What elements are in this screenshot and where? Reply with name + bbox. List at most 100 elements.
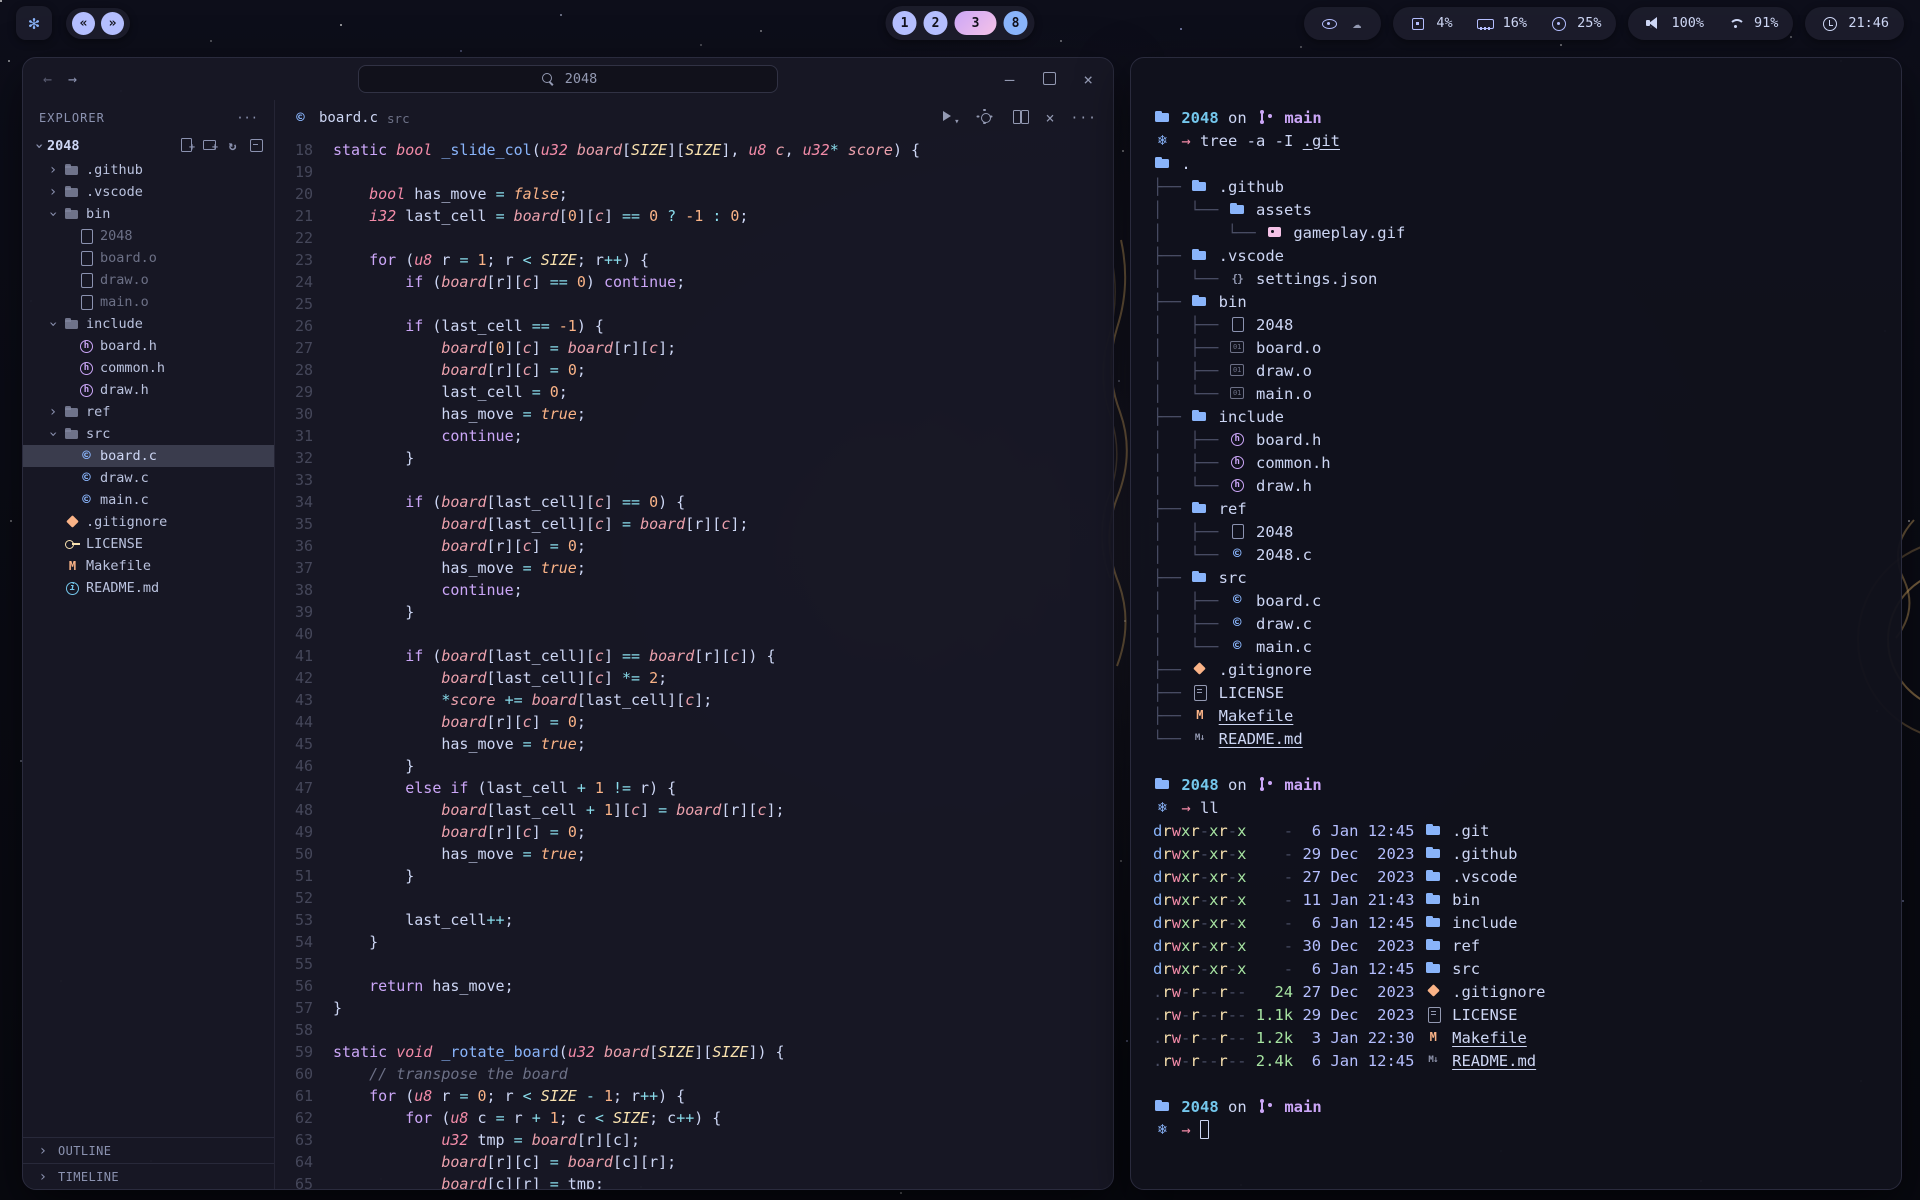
- tree-item-label: .gitignore: [84, 514, 167, 530]
- close-tab-button[interactable]: ×: [1045, 109, 1054, 127]
- line-number: 46: [275, 755, 313, 777]
- project-root-row[interactable]: › 2048 ↻: [23, 133, 274, 159]
- collapse-all-icon: [247, 136, 264, 152]
- line-number: 23: [275, 249, 313, 271]
- launcher-button[interactable]: ✻: [16, 6, 52, 40]
- tree-item-.vscode[interactable]: ›.vscode: [23, 181, 274, 203]
- tree-item-draw.h[interactable]: ›hdraw.h: [23, 379, 274, 401]
- editor-titlebar[interactable]: ← → 2048 – ×: [23, 58, 1113, 100]
- git-icon: [1190, 660, 1209, 678]
- folder-icon: [1190, 246, 1209, 264]
- tree-item-label: draw.h: [98, 382, 149, 398]
- h-icon: h: [1228, 453, 1247, 471]
- workspace-1[interactable]: 1: [893, 11, 917, 35]
- terminal-line: 2048 on main: [1153, 773, 1877, 796]
- terminal-line: ❄ →: [1153, 1118, 1877, 1141]
- tree-item-main.o[interactable]: ›main.o: [23, 291, 274, 313]
- md-icon: M↓: [1190, 729, 1209, 747]
- run-file-button[interactable]: [940, 107, 959, 129]
- c-icon: ©: [1228, 614, 1247, 632]
- folder-icon: [1424, 867, 1443, 885]
- tree-item-draw.c[interactable]: ›©draw.c: [23, 467, 274, 489]
- tree-item-bin[interactable]: ›bin: [23, 203, 274, 225]
- line-number: 45: [275, 733, 313, 755]
- code-line: }: [333, 931, 1113, 953]
- tree-item-include[interactable]: ›include: [23, 313, 274, 335]
- tree-item-board.o[interactable]: ›board.o: [23, 247, 274, 269]
- maximize-button[interactable]: [1040, 69, 1057, 90]
- h-icon: h: [1228, 430, 1247, 448]
- outline-panel-header[interactable]: › OUTLINE: [23, 1137, 274, 1163]
- new-folder-button[interactable]: [201, 136, 218, 156]
- more-actions-button[interactable]: ···: [1071, 111, 1097, 126]
- file-tree: ›.github›.vscode›bin›2048›board.o›draw.o…: [23, 159, 274, 599]
- audio-network-widget[interactable]: 100% 91%: [1628, 7, 1793, 40]
- back-button[interactable]: ←: [43, 70, 52, 88]
- system-stats-widget[interactable]: 4% 16% 25%: [1393, 7, 1616, 40]
- tree-item-label: .vscode: [84, 184, 143, 200]
- tree-item-README.md[interactable]: ›iREADME.md: [23, 577, 274, 599]
- close-button[interactable]: ×: [1083, 70, 1093, 89]
- refresh-button[interactable]: ↻: [224, 136, 241, 156]
- visibility-icon: [1319, 14, 1338, 32]
- clock-widget[interactable]: 21:46: [1805, 7, 1904, 40]
- search-icon: [539, 70, 558, 88]
- code-line: static void _rotate_board(u32 board[SIZE…: [333, 1041, 1113, 1063]
- command-center-search[interactable]: 2048: [358, 65, 778, 93]
- terminal-line: │ └── h draw.h: [1153, 474, 1877, 497]
- code-line: board[r][c] = 0;: [333, 359, 1113, 381]
- folder-icon: [1190, 499, 1209, 517]
- code-line: board[r][c] = 0;: [333, 535, 1113, 557]
- code-editor[interactable]: 1819202122232425262728293031323334353637…: [275, 136, 1113, 1189]
- split-editor-icon: [1010, 107, 1029, 125]
- tree-item-Makefile[interactable]: ›MMakefile: [23, 555, 274, 577]
- line-number: 43: [275, 689, 313, 711]
- editor-settings-button[interactable]: [975, 107, 994, 129]
- tree-item-src[interactable]: ›src: [23, 423, 274, 445]
- weather-widget[interactable]: ☁: [1304, 7, 1381, 40]
- tree-item-.gitignore[interactable]: ›.gitignore: [23, 511, 274, 533]
- explorer-menu-button[interactable]: ···: [236, 111, 258, 125]
- line-number: 20: [275, 183, 313, 205]
- chevron-down-icon: ›: [32, 138, 46, 154]
- line-number: 57: [275, 997, 313, 1019]
- c-icon: ©: [1228, 545, 1247, 563]
- tree-item-ref[interactable]: ›ref: [23, 401, 274, 423]
- minimize-button[interactable]: –: [1005, 70, 1015, 89]
- code-line: board[0][c] = board[r][c];: [333, 337, 1113, 359]
- timeline-panel-header[interactable]: › TIMELINE: [23, 1163, 274, 1189]
- tree-item-draw.o[interactable]: ›draw.o: [23, 269, 274, 291]
- workspace-3-active[interactable]: 3: [955, 11, 997, 35]
- terminal-window[interactable]: 2048 on main❄ → tree -a -I .git .├── .gi…: [1130, 57, 1902, 1190]
- new-file-button[interactable]: [178, 136, 195, 156]
- tab-filename[interactable]: board.c: [319, 110, 378, 126]
- terminal-line: drwxr-xr-x - 11 Jan 21:43 bin: [1153, 888, 1877, 911]
- tree-item-.github[interactable]: ›.github: [23, 159, 274, 181]
- line-number: 27: [275, 337, 313, 359]
- code-line: i32 last_cell = board[0][c] == 0 ? -1 : …: [333, 205, 1113, 227]
- tree-item-common.h[interactable]: ›hcommon.h: [23, 357, 274, 379]
- tree-item-board.h[interactable]: ›hboard.h: [23, 335, 274, 357]
- tree-item-board.c[interactable]: ›©board.c: [23, 445, 274, 467]
- terminal-line: drwxr-xr-x - 27 Dec 2023 .vscode: [1153, 865, 1877, 888]
- new-folder-icon: [201, 136, 218, 152]
- workspace-2[interactable]: 2: [924, 11, 948, 35]
- tree-item-LICENSE[interactable]: ›LICENSE: [23, 533, 274, 555]
- c-icon: ©: [77, 469, 96, 487]
- tree-item-label: draw.c: [98, 470, 149, 486]
- code-line: if (board[last_cell][c] == board[r][c]) …: [333, 645, 1113, 667]
- code-line: board[r][c] = board[c][r];: [333, 1151, 1113, 1173]
- folder-icon: [1153, 1097, 1172, 1115]
- tree-item-2048[interactable]: ›2048: [23, 225, 274, 247]
- cpu-icon: [1408, 14, 1427, 32]
- media-next-button[interactable]: »: [101, 12, 124, 35]
- media-prev-button[interactable]: «: [72, 12, 95, 35]
- tree-item-main.c[interactable]: ›©main.c: [23, 489, 274, 511]
- code-line: last_cell = 0;: [333, 381, 1113, 403]
- file-permissions: .rw-r--r--: [1153, 1052, 1246, 1070]
- collapse-all-button[interactable]: [247, 136, 264, 156]
- workspace-8[interactable]: 8: [1004, 11, 1028, 35]
- forward-button[interactable]: →: [68, 70, 77, 88]
- skip-next-icon: »: [109, 17, 117, 30]
- split-editor-button[interactable]: [1010, 107, 1029, 129]
